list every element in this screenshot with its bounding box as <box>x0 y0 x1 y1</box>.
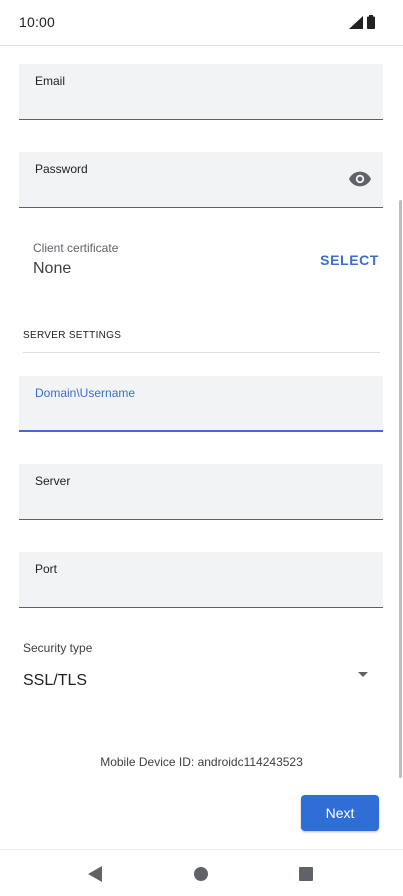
domain-username-label: Domain\Username <box>35 386 136 400</box>
home-icon[interactable] <box>194 867 208 881</box>
password-field[interactable]: Password <box>19 152 383 208</box>
client-certificate-label: Client certificate <box>33 241 119 255</box>
password-label: Password <box>35 162 88 176</box>
recents-icon[interactable] <box>299 867 313 881</box>
battery-icon <box>367 15 375 29</box>
domain-username-field[interactable]: Domain\Username <box>19 376 383 432</box>
port-field[interactable]: Port <box>19 552 383 608</box>
navigation-bar <box>0 849 403 896</box>
screen: 10:00 Email Password Client certificate … <box>0 0 403 896</box>
status-icons <box>349 15 379 31</box>
back-icon[interactable] <box>88 866 102 882</box>
server-settings-title: SERVER SETTINGS <box>23 330 122 341</box>
client-certificate-value: None <box>33 260 72 277</box>
email-label: Email <box>35 74 66 88</box>
mobile-device-id: Mobile Device ID: androidc114243523 <box>100 755 303 769</box>
security-type-label: Security type <box>23 641 93 655</box>
signal-icon <box>349 16 363 29</box>
email-field[interactable]: Email <box>19 64 383 120</box>
security-type-value: SSL/TLS <box>23 672 88 689</box>
server-field[interactable]: Server <box>19 464 383 520</box>
eye-icon[interactable] <box>349 170 371 188</box>
scrollbar[interactable] <box>399 200 402 778</box>
status-time: 10:00 <box>19 14 56 30</box>
section-divider <box>23 352 380 353</box>
next-button[interactable]: Next <box>301 795 379 831</box>
select-certificate-button[interactable]: SELECT <box>320 252 379 268</box>
status-bar: 10:00 <box>0 0 403 46</box>
port-label: Port <box>35 562 58 576</box>
dropdown-arrow-icon[interactable] <box>358 672 368 677</box>
server-label: Server <box>35 474 71 488</box>
